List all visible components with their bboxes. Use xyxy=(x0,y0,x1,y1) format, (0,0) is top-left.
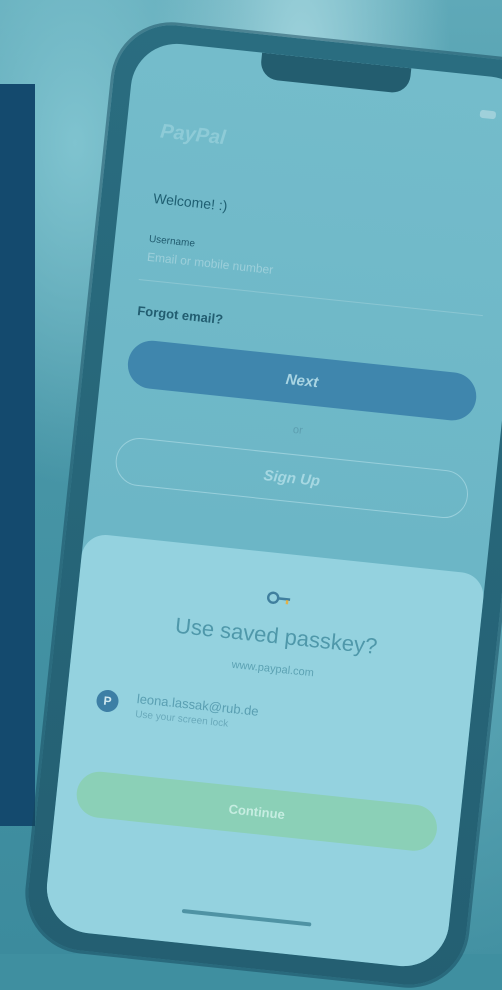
continue-button[interactable]: Continue xyxy=(74,769,440,854)
welcome-text: Welcome! :) xyxy=(152,190,229,214)
forgot-email-link[interactable]: Forgot email? xyxy=(137,303,224,327)
phone-screen: PayPal Welcome! :) Username Email or mob… xyxy=(42,39,502,971)
left-color-panel xyxy=(0,84,35,826)
email-field-placeholder: Email or mobile number xyxy=(146,249,274,277)
paypal-account-icon: P xyxy=(95,688,120,714)
home-indicator xyxy=(181,908,312,927)
email-field-label: Username xyxy=(148,233,196,250)
key-icon xyxy=(267,591,291,605)
next-button[interactable]: Next xyxy=(125,338,479,423)
phone-notch xyxy=(259,52,412,95)
paypal-logo: PayPal xyxy=(159,120,227,150)
passkey-account-option[interactable]: P leona.lassak@rub.de Use your screen lo… xyxy=(93,685,440,769)
passkey-bottom-sheet: Use saved passkey? www.paypal.com P leon… xyxy=(42,532,486,971)
battery-icon xyxy=(479,109,497,120)
email-field[interactable]: Username Email or mobile number xyxy=(138,227,489,317)
